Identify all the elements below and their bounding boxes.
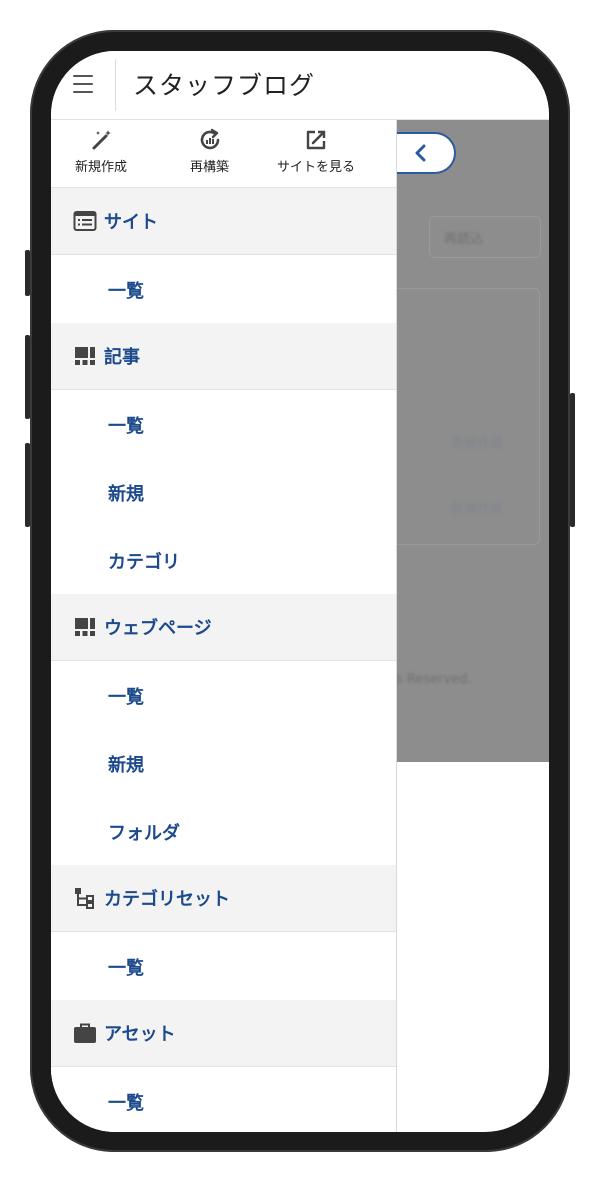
sidebar-item-entries-new[interactable]: 新規 [51,458,396,526]
sidebar-item-entries-category[interactable]: カテゴリ [51,526,396,594]
tree-icon [75,888,94,909]
sidebar-item-entries-list[interactable]: 一覧 [51,390,396,458]
app-header: スタッフブログ [51,51,549,120]
briefcase-icon [74,1023,96,1043]
hamburger-icon[interactable] [73,75,93,93]
grid-icon [75,618,95,636]
new-button-label: 新規作成 [75,160,128,175]
section-assets[interactable]: アセット [51,1000,396,1067]
section-entries[interactable]: 記事 [51,323,396,390]
phone-volume-down [25,443,30,527]
sidebar-item-label: 新規 [108,755,144,776]
sidebar-toolbar: 新規作成 再構築 サイトを見る [51,120,396,188]
sidebar-item-label: 一覧 [108,281,144,302]
section-assets-label: アセット [104,1024,176,1045]
sidebar-item-label: 一覧 [108,1093,144,1114]
sidebar-item-label: カテゴリ [108,552,180,573]
page-title: スタッフブログ [133,71,316,100]
reread-button-blurred: 再読込 [429,216,541,258]
chevron-left-icon [415,144,426,162]
site-list-icon [73,211,97,231]
section-entries-label: 記事 [104,347,140,368]
external-edit-icon [306,130,326,150]
section-webpages[interactable]: ウェブページ [51,594,396,661]
phone-power-button [570,393,575,527]
sidebar-item-label: フォルダ [108,823,180,844]
background-new-link-2: 新規作成 [451,502,504,517]
phone-volume-up [25,335,30,419]
view-site-button-label: サイトを見る [277,160,356,175]
sidebar-item-site-list[interactable]: 一覧 [51,255,396,323]
background-new-link-1: 新規作成 [451,436,504,451]
sidebar-item-webpages-new[interactable]: 新規 [51,729,396,797]
rebuild-button[interactable]: 再構築 [190,128,229,175]
section-site[interactable]: サイト [51,188,396,255]
magic-wand-icon [92,130,111,150]
header-divider [115,59,116,111]
screen: スタッフブログ 再読込 新規作成 新規作成 s Reserved. 新規作成 再… [51,51,549,1132]
grid-icon [75,347,95,365]
section-webpages-label: ウェブページ [104,618,212,639]
sidebar-item-category-sets-list[interactable]: 一覧 [51,932,396,1000]
sidebar-item-assets-list[interactable]: 一覧 [51,1067,396,1132]
sidebar-item-label: 新規 [108,484,144,505]
new-button[interactable]: 新規作成 [75,128,127,175]
phone-side-button [25,250,30,296]
sidebar-item-label: 一覧 [108,416,144,437]
sidebar-item-label: 一覧 [108,687,144,708]
sidebar-item-webpages-list[interactable]: 一覧 [51,661,396,729]
section-category-sets[interactable]: カテゴリセット [51,865,396,932]
close-sidebar-button[interactable] [396,132,456,174]
sidebar-item-label: 一覧 [108,958,144,979]
view-site-button[interactable]: サイトを見る [277,128,355,175]
background-footer-text: s Reserved. [396,672,472,687]
rebuild-button-label: 再構築 [190,160,230,175]
sidebar-item-webpages-folder[interactable]: フォルダ [51,797,396,865]
section-category-sets-label: カテゴリセット [104,889,230,910]
section-site-label: サイト [104,212,158,233]
background-overlay[interactable]: 再読込 新規作成 新規作成 s Reserved. [396,120,549,762]
rebuild-icon [200,128,219,150]
sidebar: 新規作成 再構築 サイトを見る サイト 一覧 記事 一覧 新規 カテゴリ ウェブ… [51,120,397,1132]
